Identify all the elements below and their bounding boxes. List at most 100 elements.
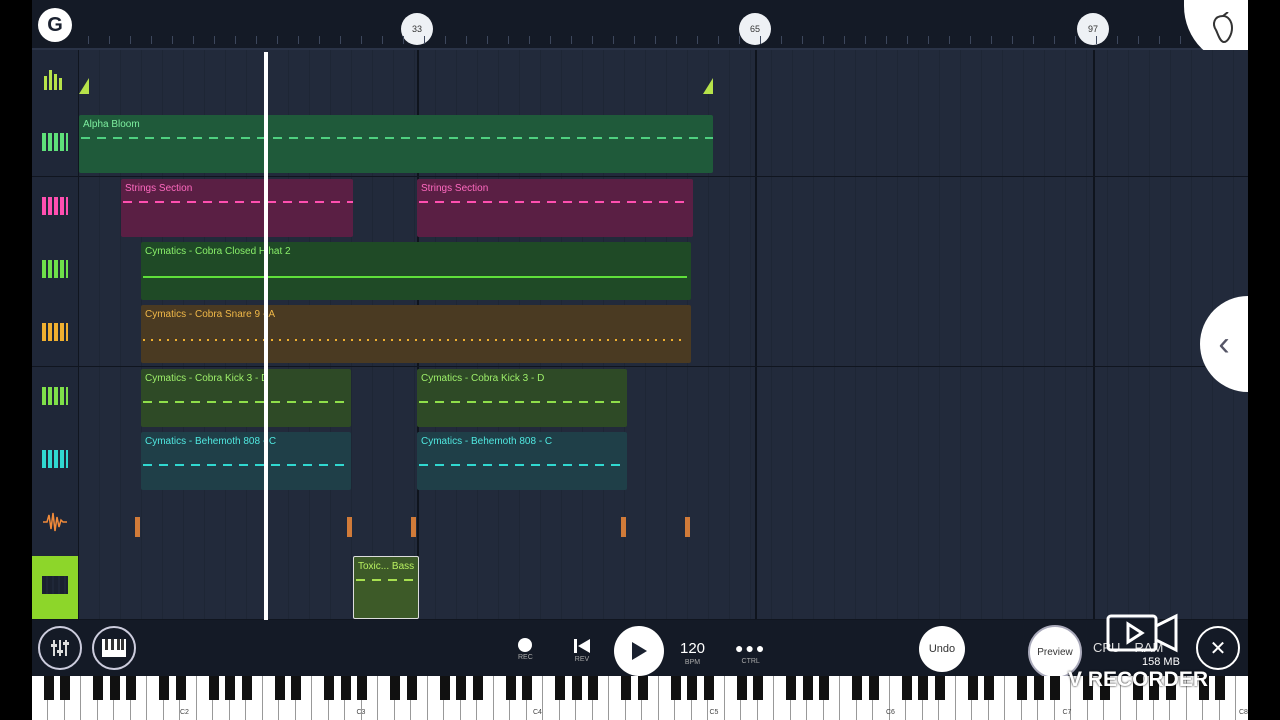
piano-black-key[interactable] xyxy=(505,676,516,700)
pattern-clip[interactable]: Cymatics - Behemoth 808 - C xyxy=(141,431,351,490)
timeline-ruler[interactable]: G 33 65 97 xyxy=(32,0,1248,66)
note xyxy=(563,463,572,466)
playhead[interactable] xyxy=(264,52,268,620)
track-header-808[interactable] xyxy=(32,429,79,493)
lane-toxic-bass[interactable]: Toxic... Bass xyxy=(79,556,1248,620)
track-header-strings[interactable] xyxy=(32,176,79,240)
pattern-clip[interactable]: Cymatics - Cobra Kick 3 - D xyxy=(141,368,351,427)
piano-black-key[interactable] xyxy=(1017,676,1027,700)
mixer-button[interactable] xyxy=(38,626,82,670)
pattern-clip[interactable]: Toxic... Bass xyxy=(353,556,419,620)
piano-black-key[interactable] xyxy=(93,676,103,700)
piano-black-key[interactable] xyxy=(967,676,978,700)
pattern-clip[interactable]: Cymatics - Cobra Kick 3 - D xyxy=(417,368,627,427)
piano-black-key[interactable] xyxy=(456,676,466,700)
piano-black-key[interactable] xyxy=(60,676,70,700)
piano-black-key[interactable] xyxy=(225,676,235,700)
piano-black-key[interactable] xyxy=(43,676,54,700)
bar-marker-33[interactable]: 33 xyxy=(401,13,433,45)
piano-black-key[interactable] xyxy=(852,676,862,700)
pattern-clip[interactable]: Cymatics - Cobra Closed Hihat 2 xyxy=(141,241,691,300)
piano-black-key[interactable] xyxy=(126,676,136,700)
bar-marker-97[interactable]: 97 xyxy=(1077,13,1109,45)
track-header-snare[interactable] xyxy=(32,303,79,367)
piano-black-key[interactable] xyxy=(621,676,631,700)
close-button[interactable]: ✕ xyxy=(1196,626,1240,670)
ctrl-button[interactable]: ●●● CTRL xyxy=(735,640,766,665)
audio-clip[interactable] xyxy=(685,517,690,538)
piano-black-key[interactable] xyxy=(109,676,120,700)
piano-black-key[interactable] xyxy=(901,676,912,700)
piano-black-key[interactable] xyxy=(291,676,301,700)
track-header-closed-hihat[interactable] xyxy=(32,239,79,303)
piano-black-key[interactable] xyxy=(1050,676,1060,700)
piano-black-key[interactable] xyxy=(208,676,219,700)
audio-clip[interactable] xyxy=(621,517,626,538)
record-button[interactable]: REC xyxy=(518,638,533,661)
track-header-alpha-bloom[interactable] xyxy=(32,113,79,177)
piano-black-key[interactable] xyxy=(637,676,648,700)
undo-button[interactable]: Undo xyxy=(919,626,965,672)
piano-black-key[interactable] xyxy=(555,676,565,700)
lane-snare[interactable]: Cymatics - Cobra Snare 9 - A xyxy=(79,303,1248,367)
piano-black-key[interactable] xyxy=(753,676,763,700)
piano-black-key[interactable] xyxy=(241,676,252,700)
piano-black-key[interactable] xyxy=(736,676,747,700)
piano-black-key[interactable] xyxy=(340,676,351,700)
piano-black-key[interactable] xyxy=(868,676,879,700)
lane-kick[interactable]: Cymatics - Cobra Kick 3 - D Cymatics - Co… xyxy=(79,366,1248,430)
bar-divider xyxy=(1093,176,1095,240)
track-header-automation[interactable] xyxy=(32,50,79,113)
piano-black-key[interactable] xyxy=(390,676,400,700)
piano-black-key[interactable] xyxy=(802,676,813,700)
track-header-audio[interactable] xyxy=(32,493,79,557)
fl-menu-button[interactable]: G xyxy=(38,8,72,42)
play-button[interactable] xyxy=(614,626,664,676)
piano-keyboard[interactable]: C2 C3 C4 C5 C6 C7 C8 xyxy=(32,676,1248,720)
lane-strings[interactable]: Strings Section Strings Section xyxy=(79,176,1248,240)
piano-black-key[interactable] xyxy=(786,676,796,700)
piano-black-key[interactable] xyxy=(274,676,285,700)
piano-black-key[interactable] xyxy=(687,676,697,700)
rewind-button[interactable]: REV xyxy=(573,638,591,663)
piano-black-key[interactable] xyxy=(571,676,582,700)
piano-black-key[interactable] xyxy=(439,676,450,700)
piano-black-key[interactable] xyxy=(819,676,829,700)
pattern-clip[interactable]: Cymatics - Cobra Snare 9 - A xyxy=(141,305,691,364)
automation-marker[interactable] xyxy=(79,78,89,94)
lane-alpha-bloom[interactable]: Alpha Bloom xyxy=(79,113,1248,177)
automation-marker[interactable] xyxy=(703,78,713,94)
piano-black-key[interactable] xyxy=(918,676,928,700)
piano-black-key[interactable] xyxy=(357,676,367,700)
piano-black-key[interactable] xyxy=(159,676,169,700)
piano-black-key[interactable] xyxy=(670,676,681,700)
audio-clip[interactable] xyxy=(135,517,140,538)
lane-automation[interactable] xyxy=(79,50,1248,113)
audio-clip[interactable] xyxy=(347,517,352,538)
piano-black-key[interactable] xyxy=(522,676,532,700)
piano-black-key[interactable] xyxy=(703,676,714,700)
piano-black-key[interactable] xyxy=(324,676,334,700)
pattern-clip[interactable]: Strings Section xyxy=(121,178,353,237)
lane-closed-hihat[interactable]: Cymatics - Cobra Closed Hihat 2 xyxy=(79,239,1248,303)
pattern-clip[interactable]: Alpha Bloom xyxy=(79,115,713,174)
pattern-clip[interactable]: Cymatics - Behemoth 808 - C xyxy=(417,431,627,490)
tempo-button[interactable]: 120 BPM xyxy=(680,640,705,666)
track-header-kick[interactable] xyxy=(32,366,79,430)
bar-marker-65[interactable]: 65 xyxy=(739,13,771,45)
piano-black-key[interactable] xyxy=(175,676,186,700)
piano-roll-button[interactable] xyxy=(92,626,136,670)
piano-black-key[interactable] xyxy=(472,676,483,700)
note xyxy=(519,339,521,342)
piano-black-key[interactable] xyxy=(1033,676,1044,700)
pattern-clip[interactable]: Strings Section xyxy=(417,178,693,237)
piano-black-key[interactable] xyxy=(934,676,945,700)
piano-black-key[interactable] xyxy=(588,676,598,700)
track-header-toxic-bass[interactable] xyxy=(32,556,79,620)
piano-black-key[interactable] xyxy=(1215,676,1225,700)
piano-black-key[interactable] xyxy=(406,676,417,700)
lane-audio[interactable] xyxy=(79,493,1248,557)
piano-black-key[interactable] xyxy=(984,676,994,700)
audio-clip[interactable] xyxy=(411,517,416,538)
lane-808[interactable]: Cymatics - Behemoth 808 - C Cymatics - Be… xyxy=(79,429,1248,493)
